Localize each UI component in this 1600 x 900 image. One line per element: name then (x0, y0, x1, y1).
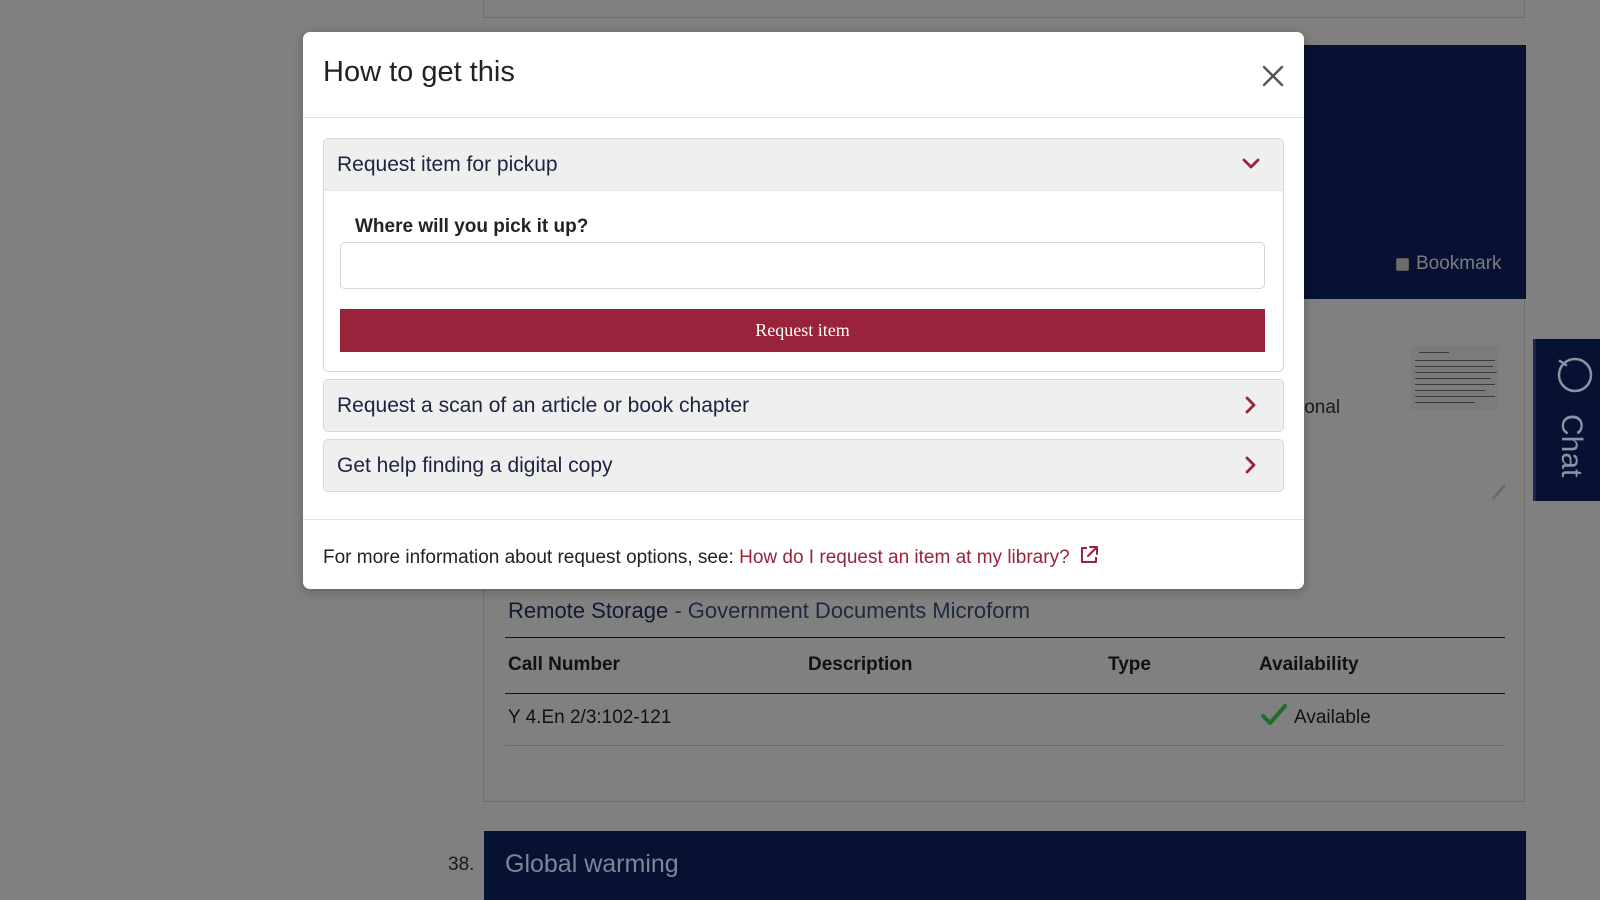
pickup-form: Where will you pick it up? Request item (324, 190, 1283, 371)
how-to-get-this-modal: How to get this Request item for pickup … (303, 32, 1304, 589)
modal-footer: For more information about request optio… (303, 519, 1304, 589)
request-item-button[interactable]: Request item (340, 309, 1265, 352)
header-type: Type (1108, 654, 1151, 675)
location-heading: Remote Storage - Government Documents Mi… (508, 598, 1030, 624)
modal-title: How to get this (323, 56, 515, 88)
option-request-pickup-header[interactable]: Request item for pickup (324, 139, 1283, 190)
pickup-location-label: Where will you pick it up? (355, 216, 589, 237)
table-top-rule (505, 637, 1505, 638)
header-availability: Availability (1259, 654, 1359, 675)
partial-description-text: ional (1300, 397, 1341, 418)
modal-header: How to get this (303, 32, 1304, 118)
chat-bubble-icon (1557, 357, 1593, 393)
chevron-down-icon (1242, 158, 1260, 169)
request-help-link[interactable]: How do I request an item at my library? (739, 546, 1100, 568)
external-link-icon (1080, 546, 1098, 563)
option-request-scan-label: Request a scan of an article or book cha… (337, 393, 750, 417)
header-call-number: Call Number (508, 654, 620, 675)
footer-info-text: For more information about request optio… (323, 547, 740, 568)
location-name: Remote Storage (508, 598, 669, 623)
cell-call-number: Y 4.En 2/3:102-121 (508, 707, 672, 728)
checkmark-icon (1261, 704, 1287, 725)
cover-thumbnail[interactable] (1411, 346, 1499, 410)
header-description: Description (808, 654, 913, 675)
pickup-location-input[interactable] (340, 242, 1265, 289)
chevron-right-icon (1245, 456, 1256, 474)
chat-tab[interactable]: Chat (1533, 339, 1600, 501)
footer-info: For more information about request optio… (323, 544, 1100, 569)
table-header-rule (505, 693, 1505, 694)
chevron-right-icon (1245, 396, 1256, 414)
option-request-pickup-label: Request item for pickup (337, 152, 558, 176)
bookmark-checkbox[interactable] (1396, 257, 1409, 271)
next-result-title[interactable]: Global warming (505, 850, 679, 879)
request-help-link-label: How do I request an item at my library? (739, 547, 1070, 568)
option-digital-copy-help-header[interactable]: Get help finding a digital copy (324, 440, 1283, 491)
option-request-scan[interactable]: Request a scan of an article or book cha… (323, 379, 1284, 432)
cell-availability: Available (1294, 707, 1371, 728)
chat-label: Chat (1555, 414, 1588, 478)
previous-result-card (483, 0, 1525, 18)
location-collection: Government Documents Microform (687, 598, 1031, 623)
bookmark-label: Bookmark (1416, 253, 1502, 274)
option-request-pickup: Request item for pickup Where will you p… (323, 138, 1284, 372)
option-digital-copy-help-label: Get help finding a digital copy (337, 453, 613, 477)
option-digital-copy-help[interactable]: Get help finding a digital copy (323, 439, 1284, 492)
close-icon[interactable] (1259, 62, 1287, 90)
option-request-scan-header[interactable]: Request a scan of an article or book cha… (324, 380, 1283, 431)
location-separator: - (668, 598, 688, 623)
bookmark-toggle[interactable]: Bookmark (1396, 253, 1502, 275)
result-number: 38. (448, 854, 475, 875)
pen-icon[interactable] (1488, 480, 1510, 502)
table-row-rule (505, 745, 1505, 746)
